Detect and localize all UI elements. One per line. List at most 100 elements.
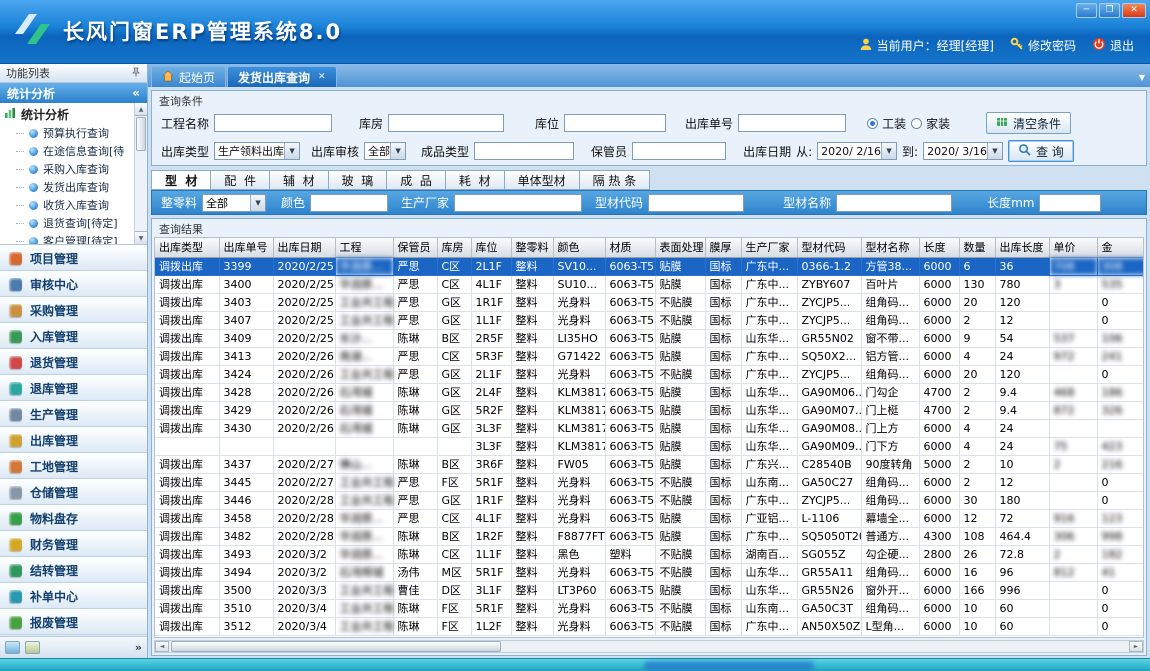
tree-item[interactable]: 采购入库查询 xyxy=(4,160,131,178)
maximize-button[interactable]: ❐ xyxy=(1099,3,1120,18)
material-tab[interactable]: 隔 热 条 xyxy=(580,170,651,190)
sidebar-item[interactable]: 项目管理 xyxy=(0,245,147,271)
profile-name-input[interactable] xyxy=(836,194,952,212)
horizontal-scrollbar[interactable]: ◄ ► xyxy=(154,640,1144,653)
material-tab[interactable]: 辅 材 xyxy=(270,170,329,190)
chart-shortcut-icon[interactable] xyxy=(5,641,20,654)
table-row[interactable]: 调拨出库34932020/3/2华润原...陈琳C区1L1F整料黑色塑料不贴膜国… xyxy=(155,545,1144,563)
keeper-input[interactable] xyxy=(632,142,726,160)
table-row[interactable]: 调拨出库34282020/2/26石湾城陈琳G区2L4F整料KLM3817606… xyxy=(155,383,1144,401)
search-button[interactable]: 查 询 xyxy=(1008,140,1074,162)
scroll-thumb[interactable] xyxy=(136,117,146,151)
table-row[interactable]: 调拨出库34002020/2/25华润原...严思C区4L1F整料SU10...… xyxy=(155,275,1144,293)
column-header[interactable]: 出库类型 xyxy=(155,238,219,257)
zhengling-combo[interactable]: 全部 ▼ xyxy=(202,194,266,212)
hscroll-thumb[interactable] xyxy=(171,641,501,652)
material-tab[interactable]: 玻 璃 xyxy=(329,170,388,190)
column-header[interactable]: 金 xyxy=(1097,238,1144,257)
sidebar-item[interactable]: 补单中心 xyxy=(0,583,147,609)
tree-root-statistics[interactable]: 统计分析 xyxy=(4,105,131,124)
scroll-left-icon[interactable]: ◄ xyxy=(155,641,169,652)
scroll-down-icon[interactable]: ▼ xyxy=(135,231,147,244)
scroll-up-icon[interactable]: ▲ xyxy=(135,103,147,116)
close-button[interactable]: ✕ xyxy=(1122,3,1146,18)
sidebar-item[interactable]: 工地管理 xyxy=(0,453,147,479)
expand-toolbar-button[interactable]: » xyxy=(135,641,142,654)
tab[interactable]: 起始页 xyxy=(151,66,226,87)
radio-jiazhuang[interactable]: 家装 xyxy=(911,115,950,132)
tree-item[interactable]: 退货查询[待定] xyxy=(4,214,131,232)
warehouse-input[interactable] xyxy=(388,114,504,132)
manufacturer-input[interactable] xyxy=(454,194,582,212)
sidebar-item[interactable]: 生产管理 xyxy=(0,401,147,427)
table-row[interactable]: 调拨出库34292020/2/26石湾城陈琳G区5R2F整料KLM3817606… xyxy=(155,401,1144,419)
sidebar-item[interactable]: 出库管理 xyxy=(0,427,147,453)
tab[interactable]: 发货出库查询 ✕ xyxy=(227,66,337,87)
length-input[interactable] xyxy=(1039,194,1101,212)
material-tab[interactable]: 耗 材 xyxy=(446,170,505,190)
table-row[interactable]: 调拨出库35002020/3/3工业共工程曹佳D区3L1F整料LT3P60606… xyxy=(155,581,1144,599)
change-password-button[interactable]: 修改密码 xyxy=(1010,37,1076,54)
project-name-input[interactable] xyxy=(214,114,332,132)
tree-item[interactable]: 预算执行查询 xyxy=(4,124,131,142)
color-input[interactable] xyxy=(310,194,388,212)
table-row[interactable]: 调拨出库34092020/2/25长沙...陈琳B区2R5F整料LI35HO60… xyxy=(155,329,1144,347)
column-header[interactable]: 出库单号 xyxy=(219,238,273,257)
column-header[interactable]: 保管员 xyxy=(393,238,437,257)
table-row[interactable]: 调拨出库34032020/2/25工业共工程严思G区1R1F整料光身料6063-… xyxy=(155,293,1144,311)
table-row[interactable]: 调拨出库34582020/2/28华润原...严思C区4L1F整料光身料6063… xyxy=(155,509,1144,527)
column-header[interactable]: 型材名称 xyxy=(861,238,919,257)
tree-item[interactable]: 客户管理[待定] xyxy=(4,232,131,245)
material-tab[interactable]: 成 品 xyxy=(387,170,446,190)
table-row[interactable]: 调拨出库34462020/2/28工业共工程严思G区1R1F整料光身料6063-… xyxy=(155,491,1144,509)
column-header[interactable]: 单价 xyxy=(1049,238,1097,257)
material-tab[interactable]: 单体型材 xyxy=(505,170,580,190)
table-row[interactable]: 3L3F整料KLM38176063-T5贴膜国标山东华...GA90M09...… xyxy=(155,437,1144,455)
sidebar-item[interactable]: 审核中心 xyxy=(0,271,147,297)
outbound-type-combo[interactable]: 生产领料出库 ▼ xyxy=(214,142,300,160)
table-row[interactable]: 调拨出库34072020/2/25工业共工程严思G区1L1F整料光身料6063-… xyxy=(155,311,1144,329)
table-row[interactable]: 调拨出库34132020/2/26南湖...严思C区5R3F整料G7142260… xyxy=(155,347,1144,365)
table-row[interactable]: 调拨出库34372020/2/27佛山...陈琳B区3R6F整料FW056063… xyxy=(155,455,1144,473)
column-header[interactable]: 生产厂家 xyxy=(741,238,797,257)
logout-button[interactable]: 退出 xyxy=(1092,37,1134,54)
profile-code-input[interactable] xyxy=(648,194,744,212)
minimize-button[interactable]: ─ xyxy=(1076,3,1097,18)
scroll-right-icon[interactable]: ► xyxy=(1129,641,1143,652)
location-input[interactable] xyxy=(564,114,666,132)
sidebar-item[interactable]: 退货管理 xyxy=(0,349,147,375)
sidebar-item[interactable]: 仓储管理 xyxy=(0,479,147,505)
sidebar-item[interactable]: 退库管理 xyxy=(0,375,147,401)
tree-item[interactable]: 发货出库查询 xyxy=(4,178,131,196)
date-to-combo[interactable]: 2020/ 3/16 ▼ xyxy=(923,142,1003,160)
table-row[interactable]: 调拨出库35122020/3/4工业共工程陈琳F区1L2F整料光身料6063-T… xyxy=(155,617,1144,635)
order-no-input[interactable] xyxy=(738,114,846,132)
product-type-input[interactable] xyxy=(474,142,574,160)
column-header[interactable]: 工程 xyxy=(335,238,393,257)
table-row[interactable]: 调拨出库34822020/2/28华润原...陈琳B区1R2F整料F8877FT… xyxy=(155,527,1144,545)
sidebar-item[interactable]: 物料盘存 xyxy=(0,505,147,531)
sidebar-item[interactable]: 报废管理 xyxy=(0,609,147,635)
sidebar-item[interactable]: 财务管理 xyxy=(0,531,147,557)
date-from-combo[interactable]: 2020/ 2/16 ▼ xyxy=(817,142,897,160)
column-header[interactable]: 数量 xyxy=(959,238,995,257)
audit-combo[interactable]: 全部 ▼ xyxy=(364,142,406,160)
table-row[interactable]: 调拨出库33992020/2/25华润原...严思C区2L1F整料SV10...… xyxy=(155,257,1144,275)
column-header[interactable]: 库房 xyxy=(437,238,471,257)
clear-conditions-button[interactable]: 清空条件 xyxy=(986,112,1071,134)
column-header[interactable]: 出库日期 xyxy=(273,238,335,257)
pin-icon[interactable] xyxy=(131,67,141,80)
table-row[interactable]: 调拨出库34942020/3/2石湾辉城汤伟M区5R1F整料光身料6063-T5… xyxy=(155,563,1144,581)
radio-gongzhuang[interactable]: 工装 xyxy=(867,115,906,132)
tab-overflow-icon[interactable]: ▼ xyxy=(1139,73,1145,82)
column-header[interactable]: 整零料 xyxy=(511,238,553,257)
tree-item[interactable]: 收货入库查询 xyxy=(4,196,131,214)
column-header[interactable]: 表面处理 xyxy=(655,238,705,257)
sidebar-item[interactable]: 采购管理 xyxy=(0,297,147,323)
table-row[interactable]: 调拨出库34302020/2/26石湾城陈琳G区3L3F整料KLM3817606… xyxy=(155,419,1144,437)
table-row[interactable]: 调拨出库34452020/2/27工业共工程严思F区5R1F整料光身料6063-… xyxy=(155,473,1144,491)
column-header[interactable]: 长度 xyxy=(919,238,959,257)
column-header[interactable]: 库位 xyxy=(471,238,511,257)
column-header[interactable]: 颜色 xyxy=(553,238,605,257)
computer-shortcut-icon[interactable] xyxy=(25,641,40,654)
